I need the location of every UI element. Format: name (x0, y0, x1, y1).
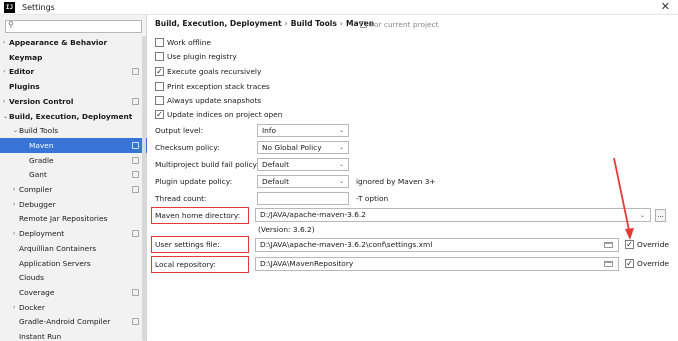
annotation-arrow (613, 157, 634, 240)
